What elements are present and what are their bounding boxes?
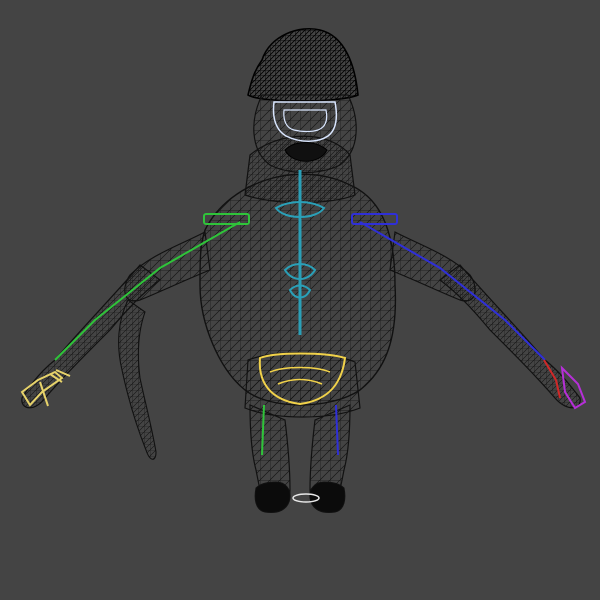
helmet-mesh bbox=[247, 28, 359, 102]
left-boot-mesh bbox=[254, 481, 291, 513]
whip-mesh bbox=[118, 299, 157, 460]
head-group bbox=[247, 28, 359, 174]
waist-mesh bbox=[244, 352, 361, 418]
wireframe-scene bbox=[20, 28, 587, 513]
viewport[interactable] bbox=[0, 0, 600, 600]
right-arm-mesh bbox=[439, 264, 581, 409]
right-boot-mesh bbox=[309, 481, 346, 513]
